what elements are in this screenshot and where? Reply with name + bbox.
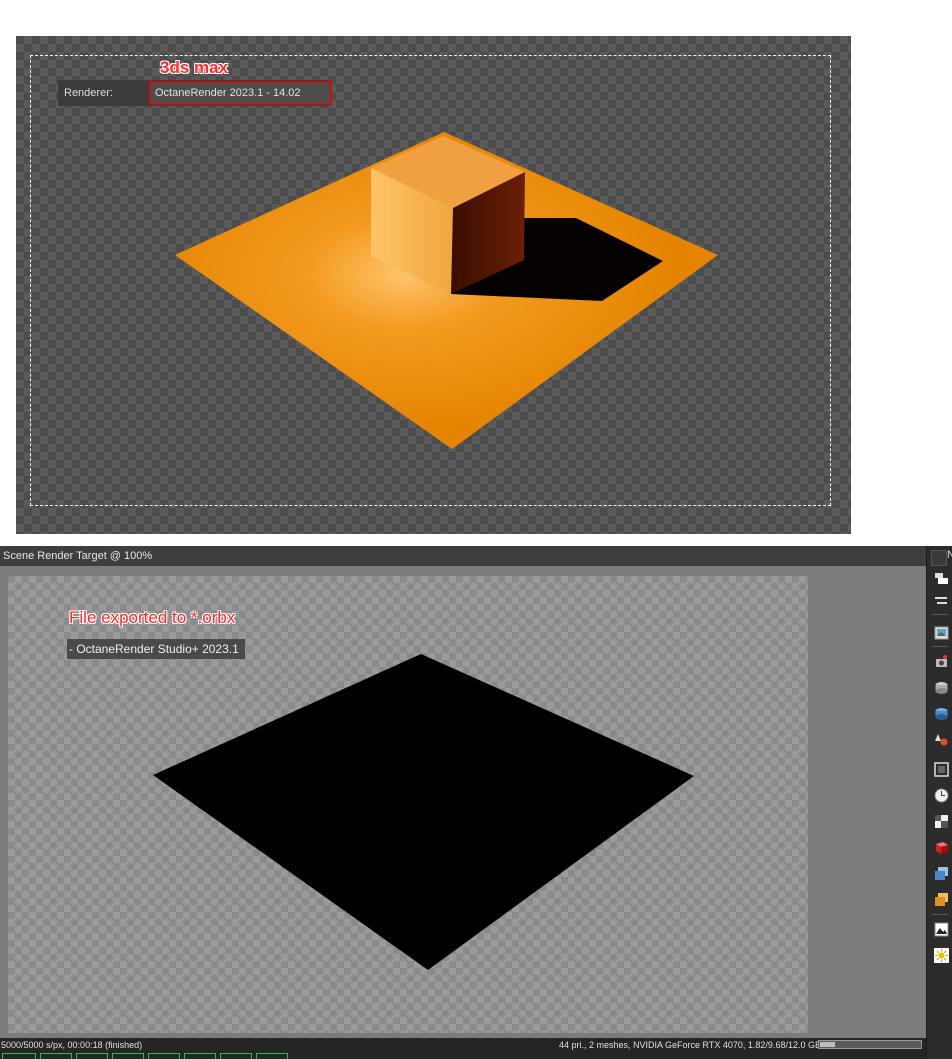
film-stack-blue-icon[interactable]	[934, 706, 949, 721]
image-icon[interactable]	[934, 626, 949, 641]
renderer-dropdown[interactable]: OctaneRender 2023.1 - 14.02	[149, 81, 332, 105]
render-pass-button[interactable]	[256, 1053, 288, 1059]
render-target-title: Scene Render Target @ 100%	[0, 546, 926, 566]
render-pass-button[interactable]	[112, 1053, 144, 1059]
render-pass-button[interactable]	[184, 1053, 216, 1059]
picture-icon[interactable]	[934, 922, 949, 937]
octane-render-panel: Scene Render Target @ 100% File exported…	[0, 546, 952, 1059]
texture-grid-icon[interactable]	[934, 814, 949, 829]
clock-icon[interactable]	[934, 788, 949, 803]
render-pass-button[interactable]	[220, 1053, 252, 1059]
toolbar-separator	[931, 614, 949, 615]
vram-usage-fill	[820, 1042, 835, 1047]
scene-stats-text: 44 pri., 2 meshes, NVIDIA GeForce RTX 40…	[559, 1040, 821, 1050]
orange-cubes-icon[interactable]	[934, 892, 949, 907]
renderer-label: Renderer:	[64, 87, 113, 99]
right-toolbar: N	[926, 546, 952, 1059]
render-progress-text: 5000/5000 s/px, 00:00:18 (finished)	[1, 1040, 143, 1050]
toolbar-separator	[931, 914, 949, 915]
annotation-orbx-export: File exported to *.orbx	[69, 608, 236, 627]
list-icon[interactable]	[934, 594, 949, 609]
layers-icon[interactable]	[934, 572, 949, 587]
vram-usage-bar	[818, 1040, 922, 1049]
render-pass-button[interactable]	[2, 1053, 36, 1059]
frame-icon[interactable]	[934, 762, 949, 777]
renderer-row: Renderer: OctaneRender 2023.1 - 14.02	[58, 80, 332, 106]
black-floor-plane	[153, 654, 694, 970]
studio-version-label: - OctaneRender Studio+ 2023.1	[67, 639, 245, 659]
safe-frame-border	[30, 55, 831, 506]
toolbar-toggle-box[interactable]	[931, 550, 947, 566]
film-stack-icon[interactable]	[934, 680, 949, 695]
toolbar-separator	[931, 646, 949, 647]
render-pass-button[interactable]	[148, 1053, 180, 1059]
camera-icon[interactable]	[934, 654, 949, 669]
render-pass-button[interactable]	[40, 1053, 72, 1059]
render-pass-button[interactable]	[76, 1053, 108, 1059]
red-cube-icon[interactable]	[934, 840, 949, 855]
annotation-3ds-max: 3ds max	[160, 58, 229, 77]
render-status-bar: 5000/5000 s/px, 00:00:18 (finished) 44 p…	[0, 1038, 926, 1059]
color-drops-icon[interactable]	[934, 732, 949, 747]
sun-icon[interactable]	[934, 948, 949, 963]
blue-cubes-icon[interactable]	[934, 866, 949, 881]
max-viewport-panel: 3ds max Renderer: OctaneRender 2023.1 - …	[16, 36, 851, 534]
toolbar-header-label: N	[947, 549, 952, 561]
